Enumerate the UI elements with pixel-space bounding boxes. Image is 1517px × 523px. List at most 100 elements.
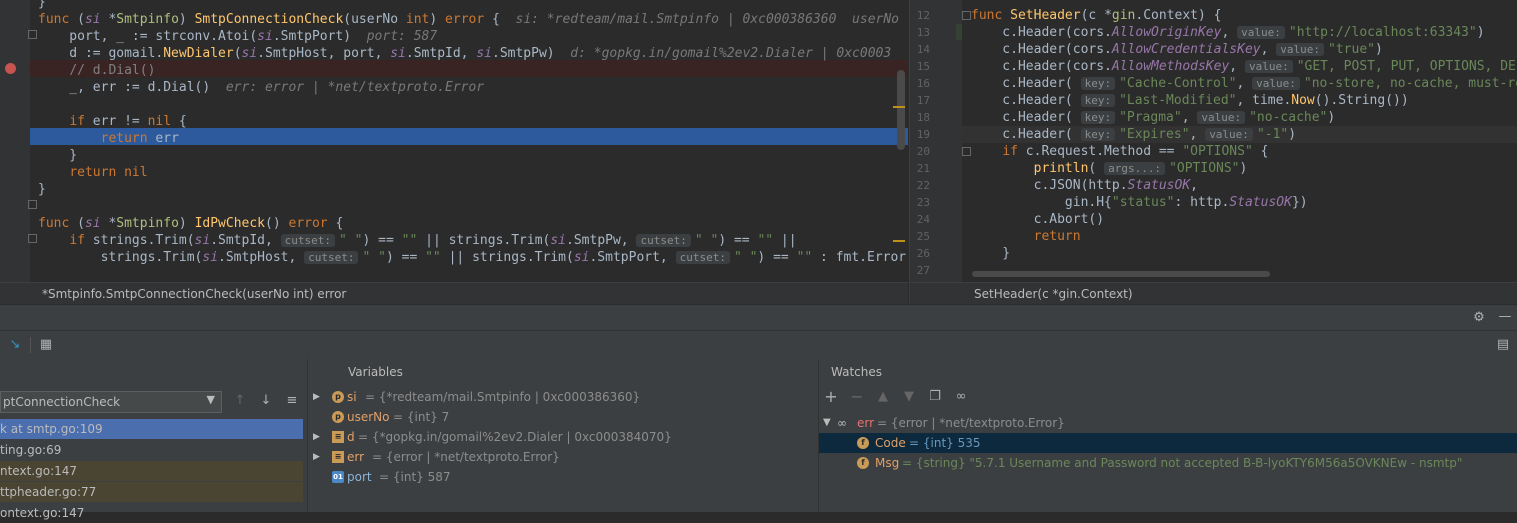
left-code-area[interactable]: } func (si *Smtpinfo) SmtpConnectionCheck… [38,0,908,282]
thread-selector[interactable]: ptConnectionCheck ▼ [0,391,222,413]
line-number: 27 [916,264,930,277]
code-line[interactable]: if err != nil { [38,113,186,130]
left-breadcrumb[interactable]: *Smtpinfo.SmtpConnectionCheck(userNo int… [42,287,346,301]
variable-value: = {*redteam/mail.Smtpinfo | 0xc000386360… [365,390,641,404]
breakpoint-icon[interactable] [5,63,16,74]
code-line[interactable]: return nil [38,164,147,181]
watch-root[interactable]: ▼ ∞ err = {error | *net/textproto.Error} [819,413,1517,433]
fold-icon[interactable] [962,147,971,156]
arrow-down-icon[interactable]: ↓ [257,392,275,410]
variable-name: port [347,470,372,484]
chevron-right-icon[interactable]: ▶ [313,427,320,447]
glasses-icon[interactable]: ∞ [952,388,970,406]
variable-name: userNo [347,410,390,424]
right-editor: 12 13 14 15 16 17 18 19 20 21 22 23 24 25 26 27 func Se… [909,0,1517,282]
code-line[interactable]: if c.Request.Method == "OPTIONS" { [971,143,1268,160]
remove-icon[interactable]: − [848,388,866,406]
code-line[interactable]: c.Header( key: "Pragma", value: "no-cache"… [971,109,1335,126]
code-line[interactable]: c.Header( key: "Cache-Control", value: "no… [971,75,1517,92]
watch-root-name: err [857,416,875,430]
line-number: 26 [916,247,930,260]
line-number: 25 [916,230,930,243]
filter-icon[interactable]: ≡ [283,392,301,410]
step-into-icon[interactable]: ↘ [6,336,24,354]
variable-row[interactable]: ▶ ≡ err = {error | *net/textproto.Error} [308,447,818,467]
watch-field-name: Code [875,436,906,450]
copy-icon[interactable]: ❐ [926,388,944,406]
code-line[interactable]: c.Header( key: "Expires", value: "-1") [971,126,1296,143]
code-line[interactable]: return [971,228,1081,245]
watch-field-row[interactable]: f Msg = {string} "5.7.1 Username and Passw… [819,453,1517,473]
move-down-icon[interactable]: ▼ [900,388,918,406]
code-line[interactable]: port, _ := strconv.Atoi(si.SmtpPort) por… [38,28,437,45]
code-line[interactable]: } [38,0,46,11]
variables-panel: Variables ▶ p si = {*redteam/mail.Smtpinfo … [308,359,819,512]
watch-field-value: = {int} 535 [909,436,981,450]
code-line[interactable]: println( args...: "OPTIONS") [971,160,1248,177]
right-breadcrumb[interactable]: SetHeader(c *gin.Context) [974,287,1133,301]
variable-row[interactable]: p userNo = {int} 7 [308,407,818,427]
code-line[interactable]: _, err := d.Dial() err: error | *net/tex… [38,79,484,96]
line-number: 16 [916,77,930,90]
line-number: 24 [916,213,930,226]
frame-item[interactable]: ntext.go:147 [0,461,303,481]
gear-icon[interactable]: ⚙ [1470,309,1488,327]
field-list-icon: ≡ [332,431,344,443]
line-number: 14 [916,43,930,56]
watch-field-row[interactable]: f Code = {int} 535 [819,433,1517,453]
fold-icon[interactable] [28,200,37,209]
code-line[interactable]: strings.Trim(si.SmtpHost, cutset: " ") ==… [38,249,907,266]
toolbar-divider [30,337,31,353]
code-line[interactable]: c.Header( key: "Last-Modified", time.Now(… [971,92,1408,109]
code-line[interactable]: c.Header(cors.AllowMethodsKey, value: "GE… [971,58,1516,75]
parameter-icon: p [332,391,344,403]
watch-field-value: = {string} "5.7.1 Username and Password … [902,456,1463,470]
line-number: 17 [916,94,930,107]
line-number: 19 [916,128,930,141]
variable-row[interactable]: ▶ p si = {*redteam/mail.Smtpinfo | 0xc00038… [308,387,818,407]
fold-icon[interactable] [28,30,37,39]
fold-icon[interactable] [962,11,971,20]
glasses-icon: ∞ [837,416,847,430]
evaluate-icon[interactable]: ▦ [37,336,55,354]
code-line[interactable]: c.Header(cors.AllowCredentialsKey, value… [971,41,1383,58]
frame-item[interactable]: ting.go:69 [0,440,303,460]
code-line[interactable]: func (si *Smtpinfo) IdPwCheck() error { [38,215,343,232]
code-line[interactable]: } [38,181,46,198]
fold-icon[interactable] [28,234,37,243]
variable-row[interactable]: 01 port = {int} 587 [308,467,818,487]
frame-item[interactable]: ttpheader.go:77 [0,482,303,502]
code-line[interactable]: func SetHeader(c *gin.Context) { [971,7,1221,24]
code-line[interactable]: if strings.Trim(si.SmtpId, cutset: " ") =… [38,232,796,249]
move-up-icon[interactable]: ▲ [874,388,892,406]
chevron-down-icon: ▼ [206,393,215,406]
minimize-icon[interactable]: — [1496,308,1514,326]
code-line[interactable]: // d.Dial() [38,62,155,79]
left-scrollbar[interactable] [897,70,905,150]
code-line[interactable]: return err [38,130,179,147]
field-icon: f [857,457,869,469]
chevron-right-icon[interactable]: ▶ [313,447,320,467]
add-icon[interactable]: + [822,388,840,406]
code-line[interactable]: func (si *Smtpinfo) SmtpConnectionCheck(… [38,11,899,28]
thread-selector-value: ptConnectionCheck [3,395,121,409]
chevron-right-icon[interactable]: ▶ [313,387,320,407]
right-hscrollbar[interactable] [972,271,1270,277]
code-line[interactable]: c.Abort() [971,211,1104,228]
left-editor: } func (si *Smtpinfo) SmtpConnectionCheck… [0,0,908,282]
arrow-up-icon[interactable]: ↑ [231,392,249,410]
right-code-area[interactable]: func SetHeader(c *gin.Context) { c.Heade… [971,7,1517,282]
code-line[interactable]: c.Header(cors.AllowOriginKey, value: "htt… [971,24,1484,41]
code-line[interactable]: } [38,147,77,164]
code-line[interactable]: } [971,245,1010,262]
left-gutter [0,0,30,282]
code-line[interactable]: c.JSON(http.StatusOK, [971,177,1198,194]
frame-item[interactable]: k at smtp.go:109 [0,419,303,439]
code-line[interactable]: d := gomail.NewDialer(si.SmtpHost, port,… [38,45,891,62]
line-number: 20 [916,145,930,158]
layout-icon[interactable]: ▤ [1494,336,1512,354]
variable-value: = {int} 587 [379,470,451,484]
frame-item[interactable]: ontext.go:147 [0,503,303,523]
variable-row[interactable]: ▶ ≡ d = {*gopkg.in/gomail%2ev2.Dialer | 0xc… [308,427,818,447]
code-line[interactable]: gin.H{"status": http.StatusOK}) [971,194,1308,211]
